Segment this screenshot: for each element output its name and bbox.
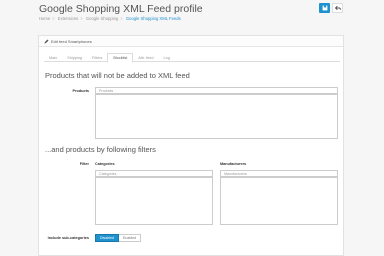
- subcat-toggle: Disabled Enabled: [95, 234, 142, 242]
- tab-bar: Main Shipping Filters Blocklist Attr. fe…: [44, 53, 340, 63]
- breadcrumb-extensions[interactable]: Extensions: [58, 16, 78, 21]
- save-button[interactable]: [319, 3, 330, 13]
- panel-heading: Edit feed Smartphones: [39, 36, 343, 47]
- page-title: Google Shopping XML Feed profile: [39, 3, 203, 15]
- categories-well[interactable]: [95, 177, 213, 225]
- tab-log[interactable]: Log: [159, 53, 175, 62]
- subcat-label: Include sub-categories: [47, 236, 89, 240]
- products-placeholder: Products: [99, 88, 114, 93]
- panel-heading-text: Edit feed Smartphones: [51, 38, 92, 44]
- tab-main[interactable]: Main: [44, 53, 62, 62]
- breadcrumb-google-shopping[interactable]: Google Shopping: [86, 16, 118, 21]
- back-button[interactable]: [332, 3, 343, 13]
- products-input[interactable]: Products: [95, 87, 338, 94]
- toggle-enabled[interactable]: Enabled: [118, 234, 142, 242]
- manufacturers-placeholder: Manufacturers: [224, 171, 247, 176]
- filters-title: ...and products by following filters: [45, 145, 156, 154]
- blocklist-title: Products that will not be added to XML f…: [45, 71, 190, 80]
- manufacturers-label: Manufacturers: [220, 162, 247, 166]
- pencil-icon: [44, 39, 49, 43]
- breadcrumb: Home > Extensions > Google Shopping > Googl…: [39, 16, 181, 21]
- reply-icon: [334, 5, 341, 11]
- categories-input[interactable]: Categories: [95, 170, 213, 177]
- toggle-disabled[interactable]: Disabled: [95, 234, 119, 242]
- categories-label: Categories: [95, 162, 115, 166]
- breadcrumb-current[interactable]: Google Shopping XML Feeds: [126, 16, 181, 21]
- tab-filters[interactable]: Filters: [87, 53, 107, 62]
- edit-panel: Edit feed Smartphones Main Shipping Filt…: [38, 35, 344, 256]
- categories-placeholder: Categories: [99, 171, 117, 176]
- tab-blocklist[interactable]: Blocklist: [107, 53, 134, 63]
- save-icon: [322, 5, 327, 11]
- breadcrumb-home[interactable]: Home: [39, 16, 50, 21]
- manufacturers-input[interactable]: Manufacturers: [220, 170, 338, 177]
- filter-label: Filter: [79, 162, 89, 166]
- tab-attr-feed[interactable]: Attr. feed: [133, 53, 158, 62]
- products-well[interactable]: [95, 94, 338, 139]
- manufacturers-well[interactable]: [220, 177, 338, 225]
- tab-shipping[interactable]: Shipping: [62, 53, 87, 62]
- products-label: Products: [72, 89, 89, 93]
